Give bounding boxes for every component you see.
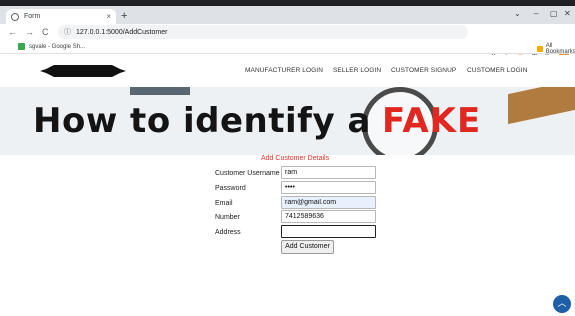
number-field[interactable]: [281, 210, 376, 223]
banner-highlight: FAKE: [382, 101, 482, 141]
nav-customer-login[interactable]: CUSTOMER LOGIN: [467, 67, 528, 74]
scroll-to-top-button[interactable]: ︿: [553, 295, 571, 313]
new-tab-button[interactable]: +: [121, 10, 127, 22]
password-label: Password: [215, 185, 246, 192]
username-label: Customer Username: [215, 170, 280, 177]
username-field[interactable]: [281, 166, 376, 179]
url-text: 127.0.0.1:5000/AddCustomer: [76, 28, 168, 36]
site-info-icon[interactable]: ⓘ: [64, 27, 71, 37]
site-navbar: MANUFACTURER LOGIN SELLER LOGIN CUSTOMER…: [0, 55, 575, 87]
add-customer-button[interactable]: Add Customer: [281, 240, 334, 254]
tab-strip: Form × + ⌄ – ▢ ✕: [0, 6, 575, 24]
address-label: Address: [215, 229, 241, 236]
site-logo[interactable]: [40, 63, 126, 79]
address-bar-row: ← → C ⓘ 127.0.0.1:5000/AddCustomer ⊶ ⇪ ☆…: [0, 24, 575, 61]
url-bar[interactable]: ⓘ 127.0.0.1:5000/AddCustomer: [58, 25, 468, 39]
reload-icon[interactable]: C: [42, 27, 49, 37]
tab-form[interactable]: Form ×: [6, 9, 116, 24]
sheets-icon: [18, 43, 25, 50]
form-title: Add Customer Details: [261, 155, 330, 162]
banner-shape: [130, 87, 190, 95]
bookmarks-bar: sgvale - Google Sh... All Bookmarks: [0, 40, 575, 55]
bookmark-label: sgvale - Google Sh...: [29, 43, 86, 50]
browser-window: Form × + ⌄ – ▢ ✕ ← → C ⓘ 127.0.0.1:5000/…: [0, 0, 575, 316]
close-window-button[interactable]: ✕: [564, 9, 571, 18]
nav-manufacturer-login[interactable]: MANUFACTURER LOGIN: [245, 67, 323, 74]
all-bookmarks-label: All Bookmarks: [545, 43, 575, 55]
maximize-button[interactable]: ▢: [550, 9, 558, 18]
email-label: Email: [215, 200, 233, 207]
email-field[interactable]: [281, 196, 376, 209]
hero-banner: How to identify a FAKE: [0, 87, 575, 155]
address-field[interactable]: [281, 225, 376, 238]
minimize-button[interactable]: –: [534, 9, 538, 18]
back-icon[interactable]: ←: [8, 27, 17, 37]
globe-icon: [11, 12, 19, 21]
close-tab-icon[interactable]: ×: [106, 12, 111, 21]
nav-customer-signup[interactable]: CUSTOMER SIGNUP: [391, 67, 456, 74]
bookmark-item[interactable]: sgvale - Google Sh...: [18, 43, 85, 50]
chevron-up-icon: ︿: [557, 298, 567, 308]
banner-box-graphic: [508, 87, 575, 125]
tab-search-icon[interactable]: ⌄: [514, 9, 521, 18]
all-bookmarks[interactable]: All Bookmarks: [537, 43, 575, 55]
tab-title: Form: [24, 13, 41, 20]
password-field[interactable]: [281, 181, 376, 194]
nav-seller-login[interactable]: SELLER LOGIN: [333, 67, 381, 74]
folder-icon: [537, 46, 543, 52]
number-label: Number: [215, 214, 240, 221]
forward-icon[interactable]: →: [25, 27, 34, 37]
banner-heading: How to identify a: [33, 101, 371, 141]
